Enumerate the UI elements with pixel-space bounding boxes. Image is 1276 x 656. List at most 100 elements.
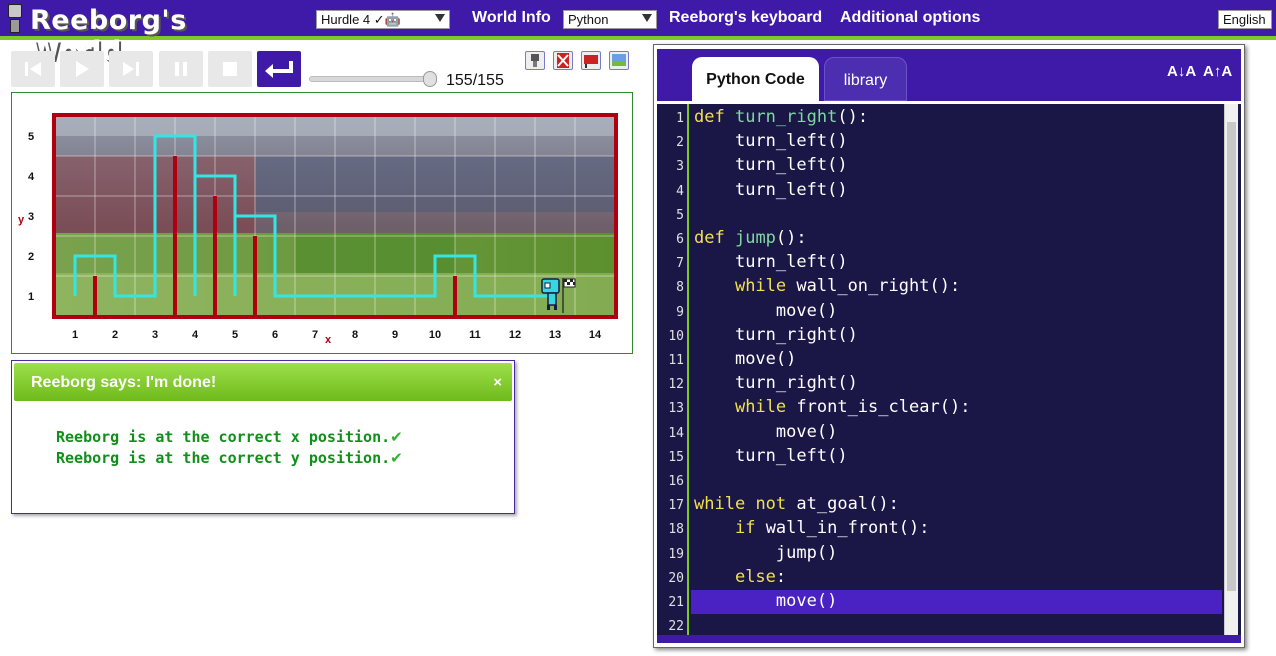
dialog-title: Reeborg says: I'm done! — [31, 374, 217, 391]
x-tick-label: 12 — [509, 329, 521, 341]
robot-edit-icon[interactable] — [525, 51, 545, 70]
code-line: if wall_in_front(): — [734, 518, 930, 539]
y-position-message: Reeborg is at the correct y position. — [56, 449, 391, 467]
code-line: move() — [734, 349, 797, 369]
code-line: else: — [734, 566, 787, 587]
keyboard-button[interactable]: Reeborg's keyboard — [669, 9, 822, 27]
line-number: 5 — [676, 207, 684, 223]
wall — [253, 236, 257, 316]
code-line: turn_left() — [734, 179, 848, 200]
code-line: while front_is_clear(): — [734, 397, 971, 418]
line-number: 14 — [668, 425, 684, 441]
step-counter: 155/155 — [446, 72, 504, 89]
step-button[interactable] — [109, 51, 153, 87]
delete-world-icon[interactable] — [553, 51, 573, 70]
pause-icon — [175, 62, 187, 76]
speed-slider-handle[interactable] — [423, 71, 437, 87]
dialog-header: Reeborg says: I'm done! × — [14, 363, 512, 401]
line-number-gutter: 1 2 3 4 5 6 7 8 9 10 11 12 13 14 15 16 17 18 19 20 21 22 — [657, 104, 689, 635]
code-line: move() — [775, 421, 838, 442]
tab-python-code[interactable]: Python Code — [692, 57, 819, 101]
scrollbar-thumb[interactable] — [1227, 122, 1236, 591]
line-number: 16 — [668, 474, 684, 489]
line-number: 10 — [668, 328, 684, 344]
tab-library[interactable]: library — [824, 57, 907, 101]
line-number: 8 — [676, 280, 684, 296]
y-tick-label: 5 — [28, 131, 34, 143]
code-line: move() — [775, 591, 838, 611]
x-tick-label: 9 — [392, 329, 398, 341]
line-number: 7 — [676, 256, 684, 272]
code-line: turn_left() — [734, 445, 848, 466]
code-line: turn_left() — [734, 131, 848, 152]
y-tick-label: 2 — [28, 251, 34, 263]
line-number: 12 — [668, 377, 684, 393]
ui-language-value: English — [1223, 12, 1266, 27]
line-number: 17 — [668, 498, 684, 514]
y-tick-label: 1 — [28, 291, 34, 303]
chevron-down-icon — [642, 14, 652, 22]
line-number: 20 — [668, 570, 684, 586]
line-number: 19 — [668, 546, 684, 562]
reload-button[interactable] — [11, 51, 55, 87]
stop-icon — [223, 62, 237, 76]
code-line: turn_left() — [734, 155, 848, 176]
code-line: turn_left() — [734, 252, 848, 273]
line-number: 21 — [668, 595, 684, 610]
pause-button[interactable] — [159, 51, 203, 87]
wall — [173, 156, 177, 316]
ui-language-select[interactable]: English — [1218, 10, 1272, 29]
chevron-down-icon — [435, 14, 445, 22]
reverse-step-button[interactable] — [257, 51, 301, 87]
world-info-button[interactable]: World Info — [472, 9, 551, 27]
line-number: 11 — [668, 353, 684, 368]
y-axis-label: y — [18, 214, 25, 226]
line-number: 15 — [668, 449, 684, 465]
font-decrease-button[interactable]: A↓A — [1167, 63, 1196, 80]
language-select[interactable]: Python — [563, 10, 657, 29]
dialog-message: Reeborg is at the correct y position.✔ — [56, 449, 403, 467]
font-increase-button[interactable]: A↑A — [1203, 63, 1232, 80]
line-number: 9 — [676, 304, 684, 320]
y-tick-label: 3 — [28, 211, 34, 223]
speed-slider-track[interactable] — [309, 76, 437, 82]
stop-button[interactable] — [208, 51, 252, 87]
close-icon[interactable]: × — [493, 374, 502, 391]
x-axis-label: x — [325, 334, 332, 346]
x-tick-label: 7 — [312, 329, 318, 341]
wall — [213, 196, 217, 316]
additional-options-button[interactable]: Additional options — [840, 9, 980, 27]
skip-back-icon — [25, 62, 41, 76]
code-line: jump() — [775, 542, 838, 563]
code-editor-panel: Python Code library A↓A A↑A 1 2 3 4 5 6 7 8 9 10 1… — [653, 44, 1245, 648]
code-line: turn_right() — [734, 324, 858, 345]
line-number: 22 — [668, 619, 684, 635]
code-line: def jump(): — [694, 228, 807, 248]
code-line: def turn_right(): — [694, 107, 869, 127]
code-line: turn_right() — [734, 373, 858, 394]
world-canvas: 1 2 3 4 5 6 7 8 9 10 11 12 13 14 12345 x y — [11, 92, 633, 354]
x-tick-label: 10 — [429, 329, 441, 341]
step-forward-icon — [123, 62, 139, 76]
code-editor[interactable]: 1 2 3 4 5 6 7 8 9 10 11 12 13 14 15 16 17 18 19 20 21 22 def … — [657, 104, 1241, 635]
x-tick-label: 13 — [549, 329, 561, 341]
x-tick-label: 8 — [352, 329, 358, 341]
editor-scrollbar[interactable] — [1224, 104, 1238, 635]
goal-flag-icon[interactable] — [581, 51, 601, 70]
reeborg-logo: Reeborg's World — [4, 3, 274, 67]
check-icon: ✔ — [390, 428, 403, 446]
return-icon — [265, 61, 293, 78]
world-edit-icon[interactable] — [609, 51, 629, 70]
world-select-value: Hurdle 4 ✓🤖 — [321, 12, 401, 27]
y-tick-label: 4 — [28, 171, 35, 183]
line-number: 6 — [676, 232, 684, 247]
reeborg-says-dialog: Reeborg says: I'm done! × Reeborg is at … — [11, 360, 515, 514]
world-select[interactable]: Hurdle 4 ✓🤖 — [316, 10, 450, 29]
language-select-value: Python — [568, 12, 609, 27]
play-icon — [76, 61, 89, 77]
code-line: while wall_on_right(): — [734, 276, 961, 297]
run-button[interactable] — [60, 51, 104, 87]
x-tick-label: 2 — [112, 329, 118, 341]
x-tick-label: 4 — [192, 329, 199, 341]
line-number: 4 — [676, 183, 684, 199]
